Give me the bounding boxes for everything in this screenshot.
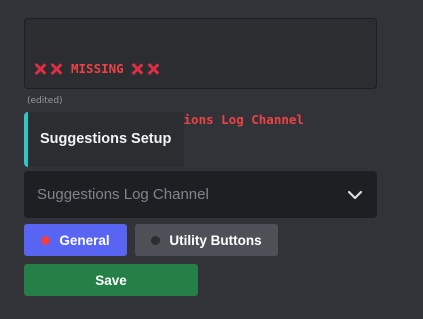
message-container: MISSING - General > Suggestions Log Chan… bbox=[0, 0, 423, 319]
utility-buttons-button[interactable]: Utility Buttons bbox=[135, 224, 278, 256]
utility-button-label: Utility Buttons bbox=[169, 232, 262, 248]
cross-mark-icon bbox=[49, 62, 63, 76]
cross-mark-icon bbox=[33, 62, 47, 76]
channel-select-menu[interactable]: Suggestions Log Channel bbox=[24, 171, 377, 218]
cross-mark-icon bbox=[146, 62, 160, 76]
code-line-missing: MISSING bbox=[33, 60, 368, 77]
black-circle-icon bbox=[151, 235, 161, 245]
code-block: MISSING - General > Suggestions Log Chan… bbox=[24, 18, 377, 127]
save-button-label: Save bbox=[95, 272, 127, 288]
select-placeholder: Suggestions Log Channel bbox=[37, 186, 209, 203]
chevron-down-icon bbox=[347, 190, 363, 199]
general-button[interactable]: General bbox=[24, 224, 127, 256]
cross-mark-icon bbox=[130, 62, 144, 76]
missing-label: MISSING bbox=[71, 61, 124, 76]
embed-title: Suggestions Setup bbox=[40, 131, 172, 147]
save-button[interactable]: Save bbox=[24, 264, 198, 296]
edited-label: (edited) bbox=[27, 96, 63, 106]
general-button-label: General bbox=[59, 232, 110, 248]
embed-accent-bar bbox=[24, 112, 28, 167]
red-circle-icon bbox=[41, 235, 51, 245]
embed: Suggestions Setup bbox=[24, 112, 184, 167]
